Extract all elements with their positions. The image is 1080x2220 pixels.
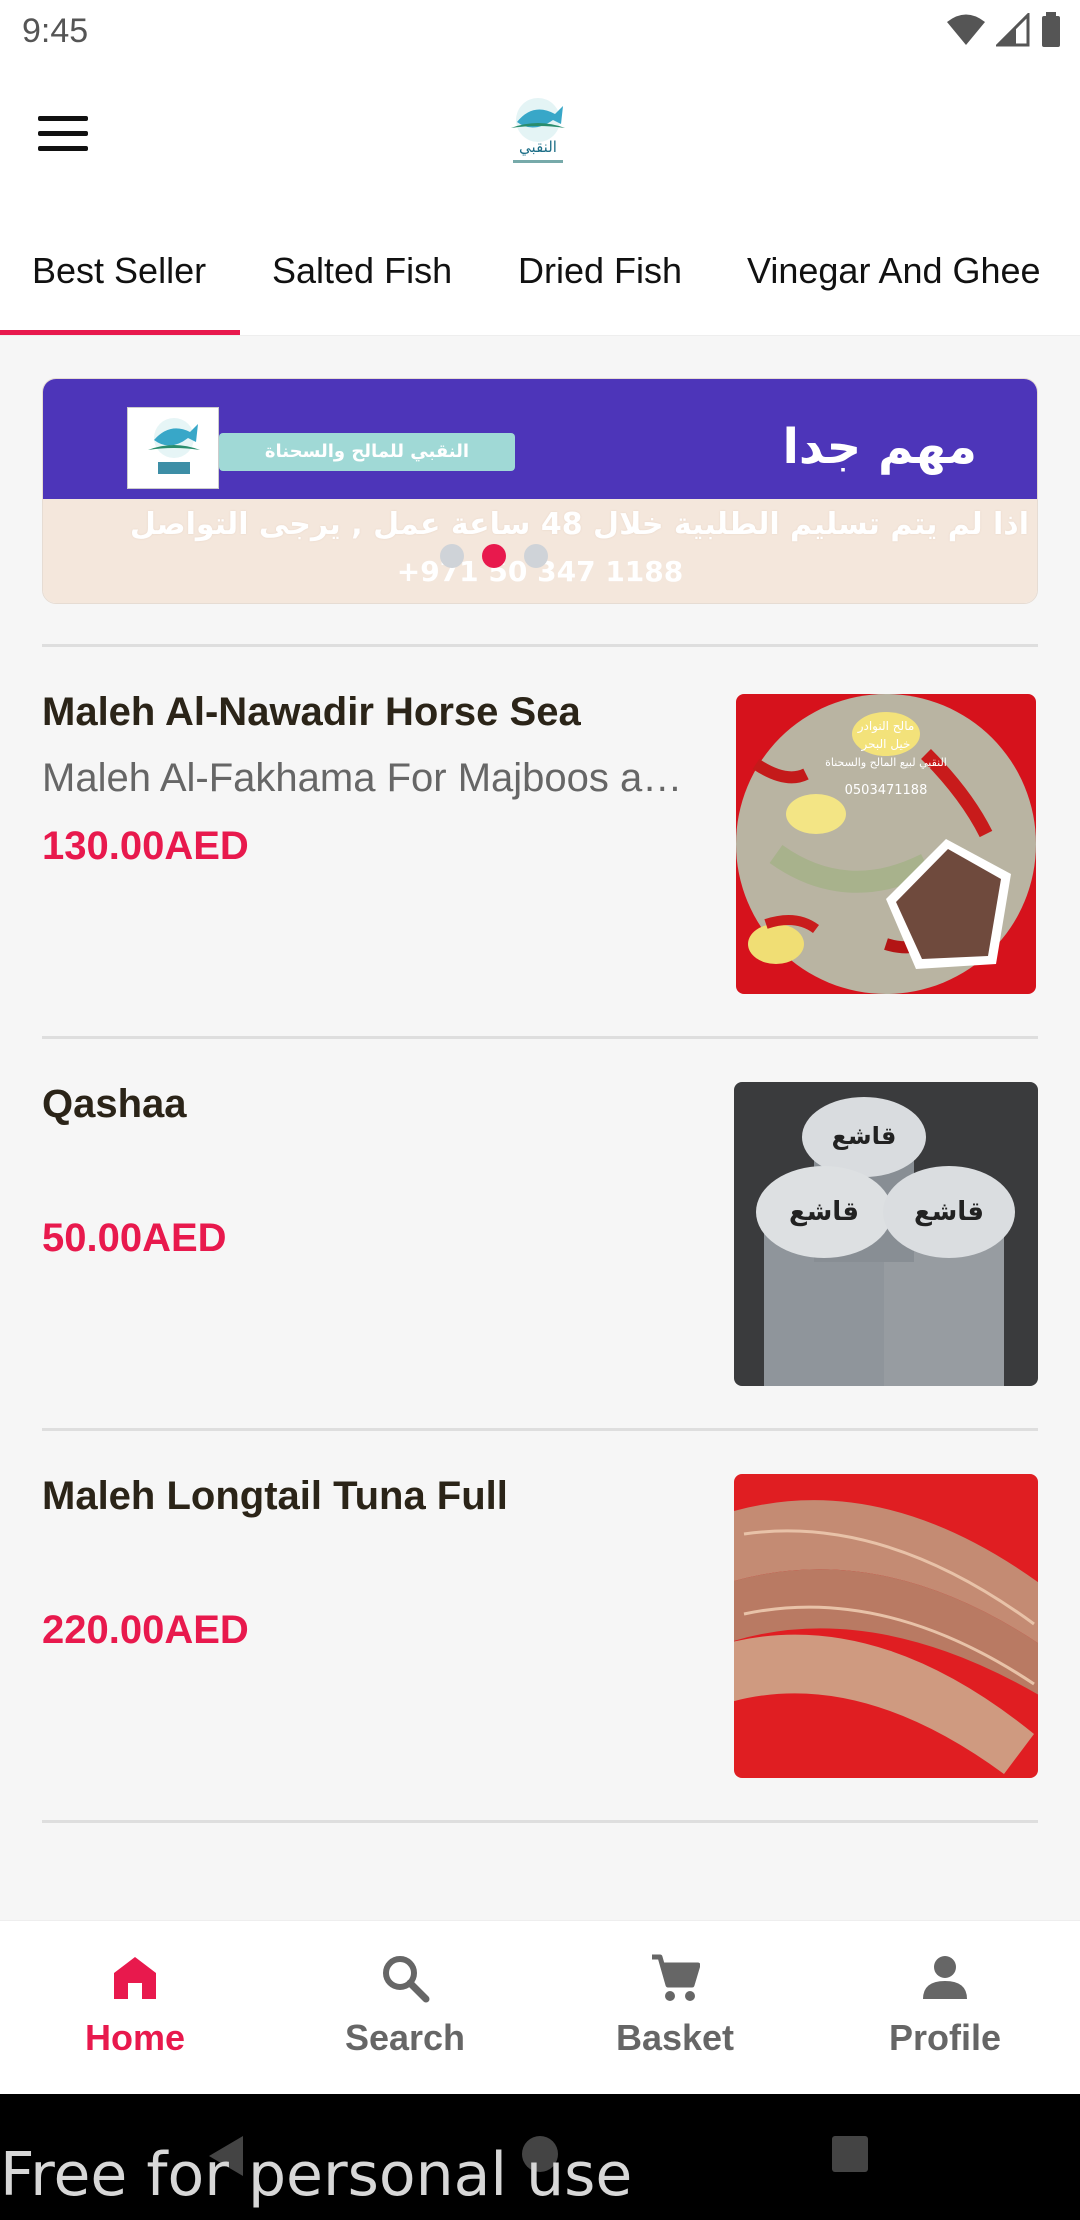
product-description: Maleh Al-Fakhama For Majboos and Maleh [42, 756, 692, 800]
divider [42, 1820, 1038, 1823]
product-name: Maleh Longtail Tuna Full [42, 1474, 508, 1518]
banner-title: مهم جدا [782, 419, 977, 475]
category-tabs: Best Seller Salted Fish Dried Fish Vineg… [0, 210, 1080, 336]
battery-icon [1042, 12, 1060, 47]
banner-logo [127, 407, 219, 489]
app-bar: النقبي [0, 64, 1080, 210]
wifi-icon [947, 14, 985, 45]
divider [42, 1428, 1038, 1431]
nav-basket-label: Basket [615, 2017, 735, 2058]
product-name: Qashaa [42, 1082, 187, 1126]
nav-profile[interactable]: Profile [810, 1921, 1080, 2095]
nav-search[interactable]: Search [270, 1921, 540, 2095]
recents-icon[interactable] [830, 2134, 870, 2174]
carousel-dot[interactable] [524, 544, 548, 568]
tab-vinegar-and-ghee[interactable]: Vinegar And Ghee [747, 250, 1041, 292]
signal-icon [996, 13, 1030, 47]
promo-banner[interactable]: النقبي للمالح والسحناة مهم جدا اذا لم يت… [42, 378, 1038, 604]
divider [42, 644, 1038, 647]
nav-home-label: Home [84, 2017, 186, 2058]
product-image[interactable] [734, 1474, 1038, 1778]
product-image[interactable]: مالح النوادر خيل البحر النقبي لبيع المال… [736, 694, 1036, 994]
divider [42, 1036, 1038, 1039]
logo-text: النقبي [519, 138, 557, 157]
banner-notice-text: اذا لم يتم تسليم الطلبية خلال 48 ساعة عم… [129, 507, 1029, 542]
status-time: 9:45 [22, 12, 89, 50]
product-image[interactable]: قاشع قاشع قاشع [734, 1082, 1038, 1386]
image-label: مالح النوادر [857, 719, 915, 734]
profile-icon [923, 1956, 967, 1999]
watermark: Free for personal use [0, 2140, 633, 2210]
product-card[interactable]: Maleh Longtail Tuna Full 220.00AED [42, 1474, 1038, 1864]
cart-icon [652, 1954, 700, 2001]
banner-header: النقبي للمالح والسحناة مهم جدا [43, 379, 1037, 499]
image-label: 0503471188 [845, 783, 928, 798]
tab-salted-fish[interactable]: Salted Fish [272, 250, 452, 292]
status-icons [946, 12, 1062, 48]
carousel-dot[interactable] [440, 544, 464, 568]
product-price: 220.00AED [42, 1608, 249, 1652]
tab-indicator [0, 330, 240, 335]
product-card[interactable]: Maleh Al-Nawadir Horse Sea Maleh Al-Fakh… [42, 690, 1038, 1080]
product-name: Maleh Al-Nawadir Horse Sea [42, 690, 581, 734]
brand-logo: النقبي [511, 98, 565, 163]
image-label: قاشع [832, 1122, 897, 1150]
hamburger-menu-icon[interactable] [38, 116, 88, 156]
image-label: النقبي لبيع المالح والسحناة [825, 756, 947, 769]
image-label: قاشع [789, 1197, 859, 1227]
carousel-dots [440, 544, 548, 568]
bottom-navigation: Home Search Basket Profile [0, 1920, 1080, 2094]
product-price: 130.00AED [42, 824, 249, 868]
product-card[interactable]: Qashaa 50.00AED قاشع قاشع قاشع [42, 1082, 1038, 1472]
image-label: خيل البحر [861, 737, 911, 752]
image-label: قاشع [914, 1197, 984, 1227]
banner-brand-pill: النقبي للمالح والسحناة [219, 433, 515, 471]
nav-profile-label: Profile [888, 2017, 1002, 2058]
carousel-dot-active[interactable] [482, 544, 506, 568]
nav-search-label: Search [344, 2017, 466, 2058]
nav-home[interactable]: Home [0, 1921, 270, 2095]
product-price: 50.00AED [42, 1216, 227, 1260]
nav-basket[interactable]: Basket [540, 1921, 810, 2095]
search-icon [383, 1956, 430, 2003]
tab-dried-fish[interactable]: Dried Fish [518, 250, 682, 292]
home-icon [114, 1957, 156, 1999]
status-bar: 9:45 [0, 0, 1080, 64]
tab-best-seller[interactable]: Best Seller [32, 250, 206, 292]
